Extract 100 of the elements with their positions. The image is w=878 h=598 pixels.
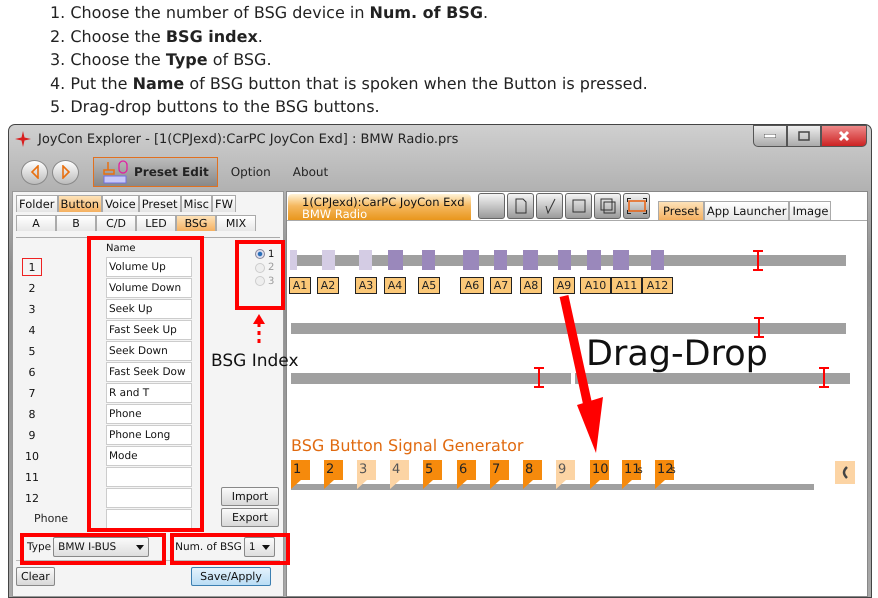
new-page-button[interactable] (507, 193, 534, 219)
row-number[interactable]: 2 (22, 278, 42, 296)
name-field[interactable]: Seek Down (106, 340, 192, 360)
clear-button[interactable]: Clear (16, 566, 55, 586)
button-label[interactable]: A12 (642, 277, 673, 294)
flag-tail-icon (590, 480, 600, 489)
name-field[interactable]: R and T (106, 382, 192, 402)
square-icon (572, 199, 586, 213)
flag-tail-icon (390, 480, 400, 489)
range-marker-icon[interactable] (752, 250, 764, 271)
flag-tail-icon (324, 480, 334, 489)
button-label[interactable]: A2 (317, 277, 339, 294)
layers-button[interactable] (594, 193, 621, 219)
tab[interactable]: BSG (176, 215, 216, 231)
export-button[interactable]: Export (221, 508, 279, 527)
range-marker-icon[interactable] (818, 367, 830, 388)
row-number[interactable]: 4 (22, 320, 42, 338)
type-dropdown[interactable]: BMW I-BUS (53, 537, 150, 557)
row-number[interactable]: 9 (22, 426, 42, 444)
close-icon (838, 130, 850, 142)
tab[interactable]: Preset (658, 201, 704, 220)
type-label: Type (27, 541, 52, 553)
button-label[interactable]: A7 (490, 277, 512, 294)
frame-button[interactable] (623, 193, 650, 219)
row-number[interactable]: 11 (22, 468, 42, 486)
row-number[interactable]: 7 (22, 384, 42, 402)
button-label[interactable]: A6 (460, 277, 484, 294)
name-field[interactable]: Mode (106, 446, 192, 466)
button-label[interactable]: A9 (553, 277, 575, 294)
button-label[interactable]: A10 (580, 277, 611, 294)
name-field[interactable] (106, 466, 192, 486)
back-button[interactable] (21, 160, 48, 184)
name-field[interactable]: Phone (106, 404, 192, 424)
tab[interactable]: Misc (180, 195, 212, 212)
range-marker-icon[interactable] (533, 367, 545, 388)
button-label[interactable]: A3 (355, 277, 377, 294)
phone-button[interactable] (835, 461, 855, 484)
radio-button[interactable] (255, 249, 265, 260)
name-field[interactable] (106, 488, 192, 508)
button-label[interactable]: A8 (520, 277, 542, 294)
tab[interactable]: Button (58, 195, 102, 212)
row-number[interactable]: 10 (22, 446, 42, 464)
toolbar-item[interactable]: Preset Edit (93, 157, 218, 187)
tab[interactable]: Preset (138, 195, 181, 212)
layers-icon (600, 198, 616, 214)
tab[interactable]: Folder (16, 195, 58, 212)
save-apply-button[interactable]: Save/Apply (191, 566, 271, 586)
tab[interactable]: Image (789, 201, 832, 220)
frame-icon (626, 198, 646, 214)
name-field[interactable]: Seek Up (106, 298, 192, 318)
annotation-text: BSG Index (211, 351, 299, 371)
row-number[interactable]: 12 (22, 488, 42, 506)
tab[interactable]: B (56, 215, 96, 231)
check-button[interactable] (536, 193, 563, 219)
name-field[interactable]: Volume Up (106, 256, 192, 276)
tab[interactable]: MIX (216, 215, 256, 231)
dropdown-arrow-icon (136, 544, 144, 550)
toolbar-item[interactable]: About (284, 157, 338, 187)
name-field[interactable]: Phone Long (106, 424, 192, 444)
maximize-button[interactable] (787, 125, 821, 147)
row-number[interactable]: 5 (22, 342, 42, 360)
instruction-text: 4. Put the Name of BSG button that is spoken when the Button is pressed. (50, 72, 649, 94)
page-icon (514, 198, 526, 214)
close-button[interactable] (821, 125, 867, 147)
tab[interactable]: C/D (96, 215, 136, 231)
flag-tail-icon (655, 480, 665, 489)
maximize-icon (798, 131, 810, 141)
flag-tail-icon (490, 480, 500, 489)
flag-tail-icon (622, 480, 632, 489)
toolbar-item[interactable]: Option (222, 157, 280, 187)
button-label[interactable]: A4 (384, 277, 406, 294)
minimize-button[interactable] (753, 125, 787, 147)
tab[interactable]: App Launcher (704, 201, 790, 220)
row-number[interactable]: 3 (22, 300, 42, 318)
toolbar-button[interactable] (478, 193, 505, 219)
row-number[interactable]: 6 (22, 362, 42, 380)
import-button[interactable]: Import (221, 487, 279, 506)
num-of-bsg-dropdown[interactable]: 1 (244, 537, 275, 557)
row-number[interactable]: 8 (22, 404, 42, 422)
name-field[interactable] (106, 508, 192, 528)
phone-label: Phone (34, 512, 70, 525)
button-label[interactable]: A5 (418, 277, 440, 294)
window-title: JoyCon Explorer - [1(CPJexd):CarPC JoyCon Exd] : BMW Radio.prs (38, 132, 458, 146)
square-button[interactable] (565, 193, 592, 219)
right-triangle-icon (60, 165, 70, 179)
tab[interactable]: A (16, 215, 56, 231)
name-field[interactable]: Volume Down (106, 278, 192, 298)
tab[interactable]: LED (136, 215, 176, 231)
device-tab[interactable]: 1(CPJexd):CarPC JoyCon Exd BMW Radio (288, 194, 471, 220)
name-field[interactable]: Fast Seek Dow (106, 362, 192, 382)
range-marker-icon[interactable] (753, 317, 765, 338)
tab[interactable]: Voice (102, 195, 139, 212)
button-label[interactable]: A11 (611, 277, 642, 294)
name-field[interactable]: Fast Seek Up (106, 320, 192, 340)
forward-button[interactable] (52, 160, 79, 184)
row-number[interactable]: 1 (22, 258, 42, 276)
tab[interactable]: FW (212, 195, 236, 212)
dashed-arrow (253, 314, 265, 344)
instruction-text: 3. Choose the Type of BSG. (50, 49, 273, 71)
button-label[interactable]: A1 (289, 277, 311, 294)
